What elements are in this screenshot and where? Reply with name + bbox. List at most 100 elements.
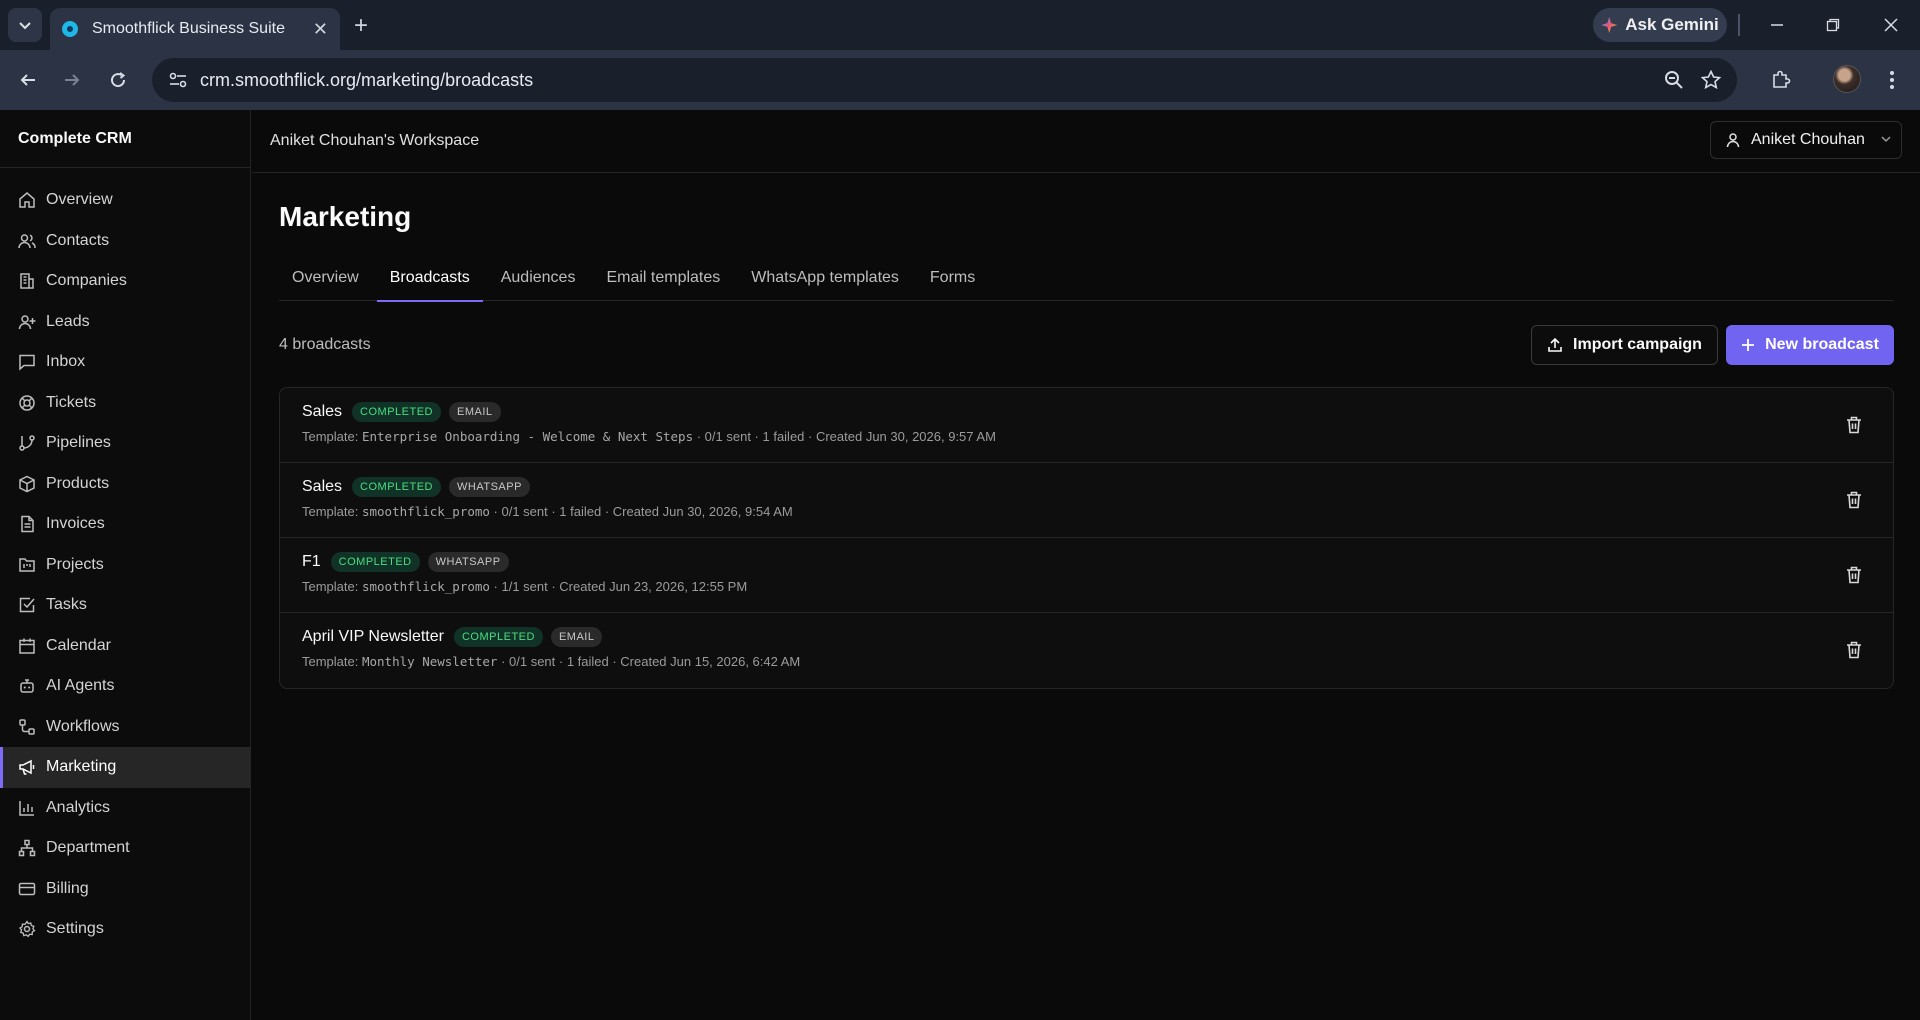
page-content: Marketing Overview Broadcasts Audiences Ema… — [279, 173, 1894, 689]
broadcast-row[interactable]: Sales COMPLETED WHATSAPP Template: smoothfl… — [280, 463, 1893, 538]
browser-tab[interactable]: Smoothflick Business Suite ✕ — [50, 8, 340, 50]
more-vertical-icon — [1890, 71, 1894, 89]
bar-chart-icon — [18, 799, 36, 817]
sidebar-item-label: Leads — [46, 312, 90, 330]
broadcast-row[interactable]: Sales COMPLETED EMAIL Template: Enterprise … — [280, 388, 1893, 463]
message-icon — [18, 353, 36, 371]
ask-gemini-button[interactable]: Ask Gemini — [1593, 8, 1727, 42]
tab-forms[interactable]: Forms — [917, 255, 988, 301]
upload-icon — [1548, 337, 1562, 352]
marketing-tabs: Overview Broadcasts Audiences Email templat… — [279, 255, 1894, 302]
delete-broadcast-button[interactable] — [1845, 565, 1863, 585]
delete-broadcast-button[interactable] — [1845, 640, 1863, 660]
sidebar-item-workflows[interactable]: Workflows — [0, 707, 250, 748]
sidebar-item-inbox[interactable]: Inbox — [0, 342, 250, 383]
tab-email-templates[interactable]: Email templates — [593, 255, 733, 301]
git-branch-icon — [18, 434, 36, 452]
sidebar-item-analytics[interactable]: Analytics — [0, 788, 250, 829]
sidebar-item-pipelines[interactable]: Pipelines — [0, 423, 250, 464]
page-title: Marketing — [279, 201, 412, 232]
browser-tab-title: Smoothflick Business Suite — [92, 20, 285, 37]
sidebar-item-label: AI Agents — [46, 677, 115, 695]
new-tab-button[interactable]: + — [354, 12, 368, 40]
browser-menu-button[interactable] — [1876, 64, 1908, 96]
import-campaign-button[interactable]: Import campaign — [1531, 325, 1718, 365]
sidebar-item-label: Settings — [46, 920, 104, 938]
sidebar-item-department[interactable]: Department — [0, 828, 250, 869]
channel-badge: WHATSAPP — [449, 477, 530, 497]
template-name: smoothflick_promo — [361, 579, 490, 594]
package-icon — [18, 475, 36, 493]
sidebar-item-settings[interactable]: Settings — [0, 909, 250, 950]
close-window-button[interactable] — [1876, 10, 1906, 40]
tab-overview[interactable]: Overview — [279, 255, 372, 301]
main-area: Aniket Chouhan's Workspace Aniket Chouha… — [252, 110, 1920, 1020]
sidebar-item-label: Analytics — [46, 798, 111, 816]
sidebar-item-contacts[interactable]: Contacts — [0, 221, 250, 262]
sidebar-item-products[interactable]: Products — [0, 464, 250, 505]
sidebar-item-label: Invoices — [46, 515, 105, 533]
tab-strip: Smoothflick Business Suite ✕ + Ask Gemin… — [0, 0, 1920, 50]
minimize-icon — [1771, 24, 1783, 26]
plus-icon — [1742, 339, 1755, 351]
site-settings-icon[interactable] — [168, 70, 188, 90]
sidebar-item-tasks[interactable]: Tasks — [0, 585, 250, 626]
sidebar-nav: Overview Contacts Companies Leads Inbox Ticke… — [0, 168, 250, 950]
zoom-icon[interactable] — [1664, 58, 1684, 102]
restore-button[interactable] — [1818, 10, 1848, 40]
template-name: Monthly Newsletter — [361, 654, 498, 669]
broadcast-header: Sales COMPLETED EMAIL — [302, 402, 501, 422]
ask-gemini-label: Ask Gemini — [1625, 15, 1719, 34]
sidebar-item-leads[interactable]: Leads — [0, 302, 250, 343]
tab-whatsapp-templates[interactable]: WhatsApp templates — [738, 255, 912, 301]
tab-audiences[interactable]: Audiences — [488, 255, 589, 301]
restore-icon — [1826, 18, 1840, 32]
users-icon — [18, 232, 36, 250]
broadcast-meta: · 0/1 sent · 1 failed · Created Jun 30, … — [489, 504, 793, 519]
calendar-icon — [18, 637, 36, 655]
extensions-button[interactable] — [1765, 64, 1797, 96]
template-prefix: Template: — [302, 429, 362, 444]
sidebar-item-billing[interactable]: Billing — [0, 869, 250, 910]
sidebar-item-label: Inbox — [46, 353, 86, 371]
user-name: Aniket Chouhan — [1751, 131, 1865, 148]
lifebuoy-icon — [18, 394, 36, 412]
bookmark-star-icon[interactable] — [1701, 58, 1721, 102]
tab-broadcasts[interactable]: Broadcasts — [376, 255, 483, 302]
back-button[interactable] — [12, 64, 44, 96]
channel-badge: WHATSAPP — [427, 552, 509, 572]
user-menu-button[interactable]: Aniket Chouhan — [1710, 121, 1902, 159]
sidebar-item-label: Calendar — [46, 636, 111, 654]
toolbar-divider — [1738, 14, 1740, 36]
sidebar-item-overview[interactable]: Overview — [0, 180, 250, 221]
address-bar[interactable]: crm.smoothflick.org/marketing/broadcasts — [152, 58, 1737, 102]
sidebar-item-tickets[interactable]: Tickets — [0, 383, 250, 424]
chevron-down-icon — [1881, 133, 1891, 147]
sidebar-item-invoices[interactable]: Invoices — [0, 504, 250, 545]
sidebar-item-projects[interactable]: Projects — [0, 545, 250, 586]
broadcast-row[interactable]: F1 COMPLETED WHATSAPP Template: smoothflick… — [280, 538, 1893, 613]
broadcast-row[interactable]: April VIP Newsletter COMPLETED EMAIL Templa… — [280, 613, 1893, 688]
trash-icon — [1847, 416, 1861, 434]
sidebar-item-marketing[interactable]: Marketing — [0, 747, 250, 788]
new-broadcast-button[interactable]: New broadcast — [1726, 325, 1894, 365]
profile-avatar[interactable] — [1833, 65, 1861, 93]
broadcast-name: F1 — [302, 553, 321, 570]
url-text: crm.smoothflick.org/marketing/broadcasts — [200, 69, 534, 90]
sidebar-item-ai-agents[interactable]: AI Agents — [0, 666, 250, 707]
forward-button[interactable] — [56, 64, 88, 96]
sidebar-item-companies[interactable]: Companies — [0, 261, 250, 302]
sidebar-item-label: Companies — [46, 272, 127, 290]
folder-kanban-icon — [18, 556, 36, 574]
tab-search-button[interactable] — [8, 8, 42, 42]
bot-icon — [18, 677, 36, 695]
delete-broadcast-button[interactable] — [1845, 415, 1863, 435]
reload-button[interactable] — [102, 64, 134, 96]
close-tab-icon[interactable]: ✕ — [313, 19, 328, 40]
broadcast-list: Sales COMPLETED EMAIL Template: Enterprise … — [279, 387, 1894, 689]
delete-broadcast-button[interactable] — [1845, 490, 1863, 510]
sidebar-item-label: Products — [46, 474, 110, 492]
sidebar-item-calendar[interactable]: Calendar — [0, 626, 250, 667]
minimize-button[interactable] — [1762, 10, 1792, 40]
broadcast-header: Sales COMPLETED WHATSAPP — [302, 477, 530, 497]
